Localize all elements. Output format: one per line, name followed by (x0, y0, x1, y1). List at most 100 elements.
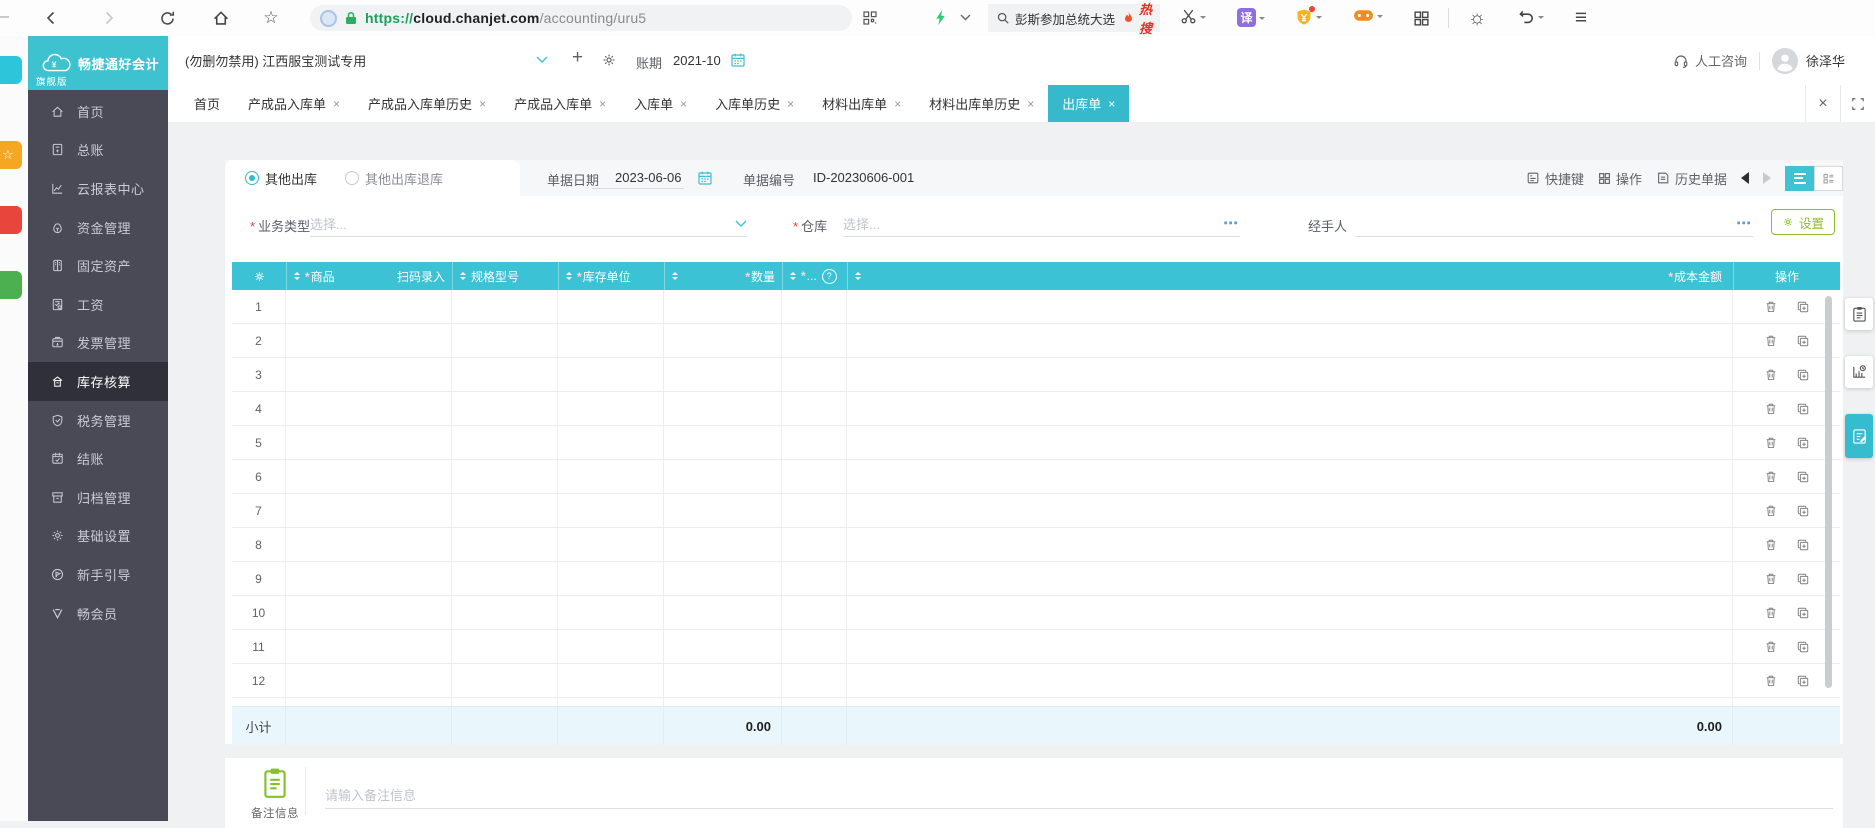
table-row[interactable]: 12 (232, 664, 1840, 698)
copy-row-icon[interactable] (1796, 538, 1810, 552)
cell-more[interactable] (782, 358, 847, 391)
prev-doc-arrow[interactable] (1741, 172, 1749, 184)
sort-icon[interactable] (294, 272, 300, 280)
header-product[interactable]: *商品 扫码录入 (286, 262, 452, 290)
cell-unit[interactable] (558, 358, 664, 391)
cell-spec[interactable] (452, 426, 558, 459)
close-icon[interactable]: × (479, 97, 486, 111)
sidebar-item-ledger[interactable]: 总账 (28, 131, 168, 170)
scan-entry-link[interactable]: 扫码录入 (397, 268, 445, 285)
sidebar-item-settings[interactable]: 基础设置 (28, 517, 168, 556)
cell-spec[interactable] (452, 630, 558, 663)
cell-qty[interactable] (664, 290, 782, 323)
header-spec[interactable]: 规格型号 (452, 262, 558, 290)
copy-row-icon[interactable] (1796, 504, 1810, 518)
cell-cost[interactable] (847, 426, 1733, 459)
shortcuts-link[interactable]: 快捷键 (1526, 169, 1584, 188)
sidebar-item-home[interactable]: 首页 (28, 92, 168, 131)
cell-spec[interactable] (452, 460, 558, 493)
warehouse-select[interactable]: 选择... ⋯ (843, 210, 1240, 237)
games-button[interactable] (1353, 8, 1383, 23)
cell-more[interactable] (782, 596, 847, 629)
close-icon[interactable]: × (1027, 97, 1034, 111)
cell-unit[interactable] (558, 630, 664, 663)
tab-doc[interactable]: 材料出库单 × (808, 85, 915, 122)
copy-row-icon[interactable] (1796, 606, 1810, 620)
cell-cost[interactable] (847, 290, 1733, 323)
cell-cost[interactable] (847, 494, 1733, 527)
doc-number-value[interactable]: ID-20230606-001 (813, 170, 914, 185)
cell-product[interactable] (286, 630, 452, 663)
cell-more[interactable] (782, 664, 847, 697)
cell-qty[interactable] (664, 392, 782, 425)
cell-qty[interactable] (664, 528, 782, 561)
table-row[interactable]: 11 (232, 630, 1840, 664)
cell-unit[interactable] (558, 494, 664, 527)
table-row[interactable]: 7 (232, 494, 1840, 528)
cell-more[interactable] (782, 630, 847, 663)
delete-row-icon[interactable] (1764, 436, 1778, 450)
cell-more[interactable] (782, 290, 847, 323)
biz-type-select[interactable]: 选择... (310, 210, 747, 237)
header-truncated[interactable]: *... ? (782, 262, 847, 290)
close-icon[interactable]: × (680, 97, 687, 111)
report-panel-button[interactable] (1845, 356, 1873, 388)
close-icon[interactable]: × (787, 97, 794, 111)
next-doc-arrow[interactable] (1763, 172, 1771, 184)
copy-row-icon[interactable] (1796, 334, 1810, 348)
sidebar-item-archive[interactable]: 归档管理 (28, 478, 168, 517)
cell-product[interactable] (286, 392, 452, 425)
help-icon[interactable]: ? (821, 268, 837, 284)
sort-icon[interactable] (460, 272, 466, 280)
tab-outbound-active[interactable]: 出库单 × (1048, 85, 1130, 122)
cell-cost[interactable] (847, 392, 1733, 425)
copy-row-icon[interactable] (1796, 470, 1810, 484)
hot-search-label[interactable]: 热搜 (1139, 0, 1152, 37)
edge-shortcut-icon-2[interactable]: ☆ (0, 141, 22, 169)
period-calendar-icon[interactable] (730, 52, 746, 68)
wallet-button[interactable] (1295, 6, 1322, 26)
cell-cost[interactable] (847, 664, 1733, 697)
close-icon[interactable]: × (894, 97, 901, 111)
cell-spec[interactable] (452, 324, 558, 357)
copy-row-icon[interactable] (1796, 368, 1810, 382)
sidebar-item-tax[interactable]: 税务管理 (28, 401, 168, 440)
cell-cost[interactable] (847, 562, 1733, 595)
table-scrollbar[interactable] (1825, 296, 1832, 688)
qr-code-icon[interactable] (862, 10, 878, 26)
table-row[interactable]: 10 (232, 596, 1840, 630)
cell-product[interactable] (286, 324, 452, 357)
cell-spec[interactable] (452, 664, 558, 697)
cell-cost[interactable] (847, 528, 1733, 561)
cell-unit[interactable] (558, 392, 664, 425)
delete-row-icon[interactable] (1764, 674, 1778, 688)
more-options-icon[interactable]: ⋯ (1736, 214, 1753, 232)
translate-button[interactable]: 译 (1237, 8, 1265, 27)
cell-spec[interactable] (452, 494, 558, 527)
cell-spec[interactable] (452, 562, 558, 595)
cell-unit[interactable] (558, 596, 664, 629)
tab-doc[interactable]: 入库单历史 × (701, 85, 808, 122)
cell-product[interactable] (286, 358, 452, 391)
column-settings-button[interactable]: 设置 (1770, 209, 1835, 235)
close-icon[interactable]: × (599, 97, 606, 111)
undo-button[interactable] (1518, 8, 1544, 25)
cell-more[interactable] (782, 324, 847, 357)
copy-row-icon[interactable] (1796, 572, 1810, 586)
table-row[interactable]: 5 (232, 426, 1840, 460)
cell-spec[interactable] (452, 596, 558, 629)
copy-row-icon[interactable] (1796, 674, 1810, 688)
sidebar-item-fixed-assets[interactable]: 固定资产 (28, 246, 168, 285)
delete-row-icon[interactable] (1764, 402, 1778, 416)
bookmark-star-icon[interactable]: ☆ (262, 9, 280, 27)
cell-unit[interactable] (558, 664, 664, 697)
cell-cost[interactable] (847, 324, 1733, 357)
header-qty[interactable]: *数量 (664, 262, 782, 290)
cell-qty[interactable] (664, 494, 782, 527)
cell-unit[interactable] (558, 324, 664, 357)
cell-spec[interactable] (452, 290, 558, 323)
current-doc-panel-button[interactable] (1845, 414, 1873, 458)
delete-row-icon[interactable] (1764, 368, 1778, 382)
cell-product[interactable] (286, 664, 452, 697)
add-account-button[interactable]: + (572, 48, 583, 67)
